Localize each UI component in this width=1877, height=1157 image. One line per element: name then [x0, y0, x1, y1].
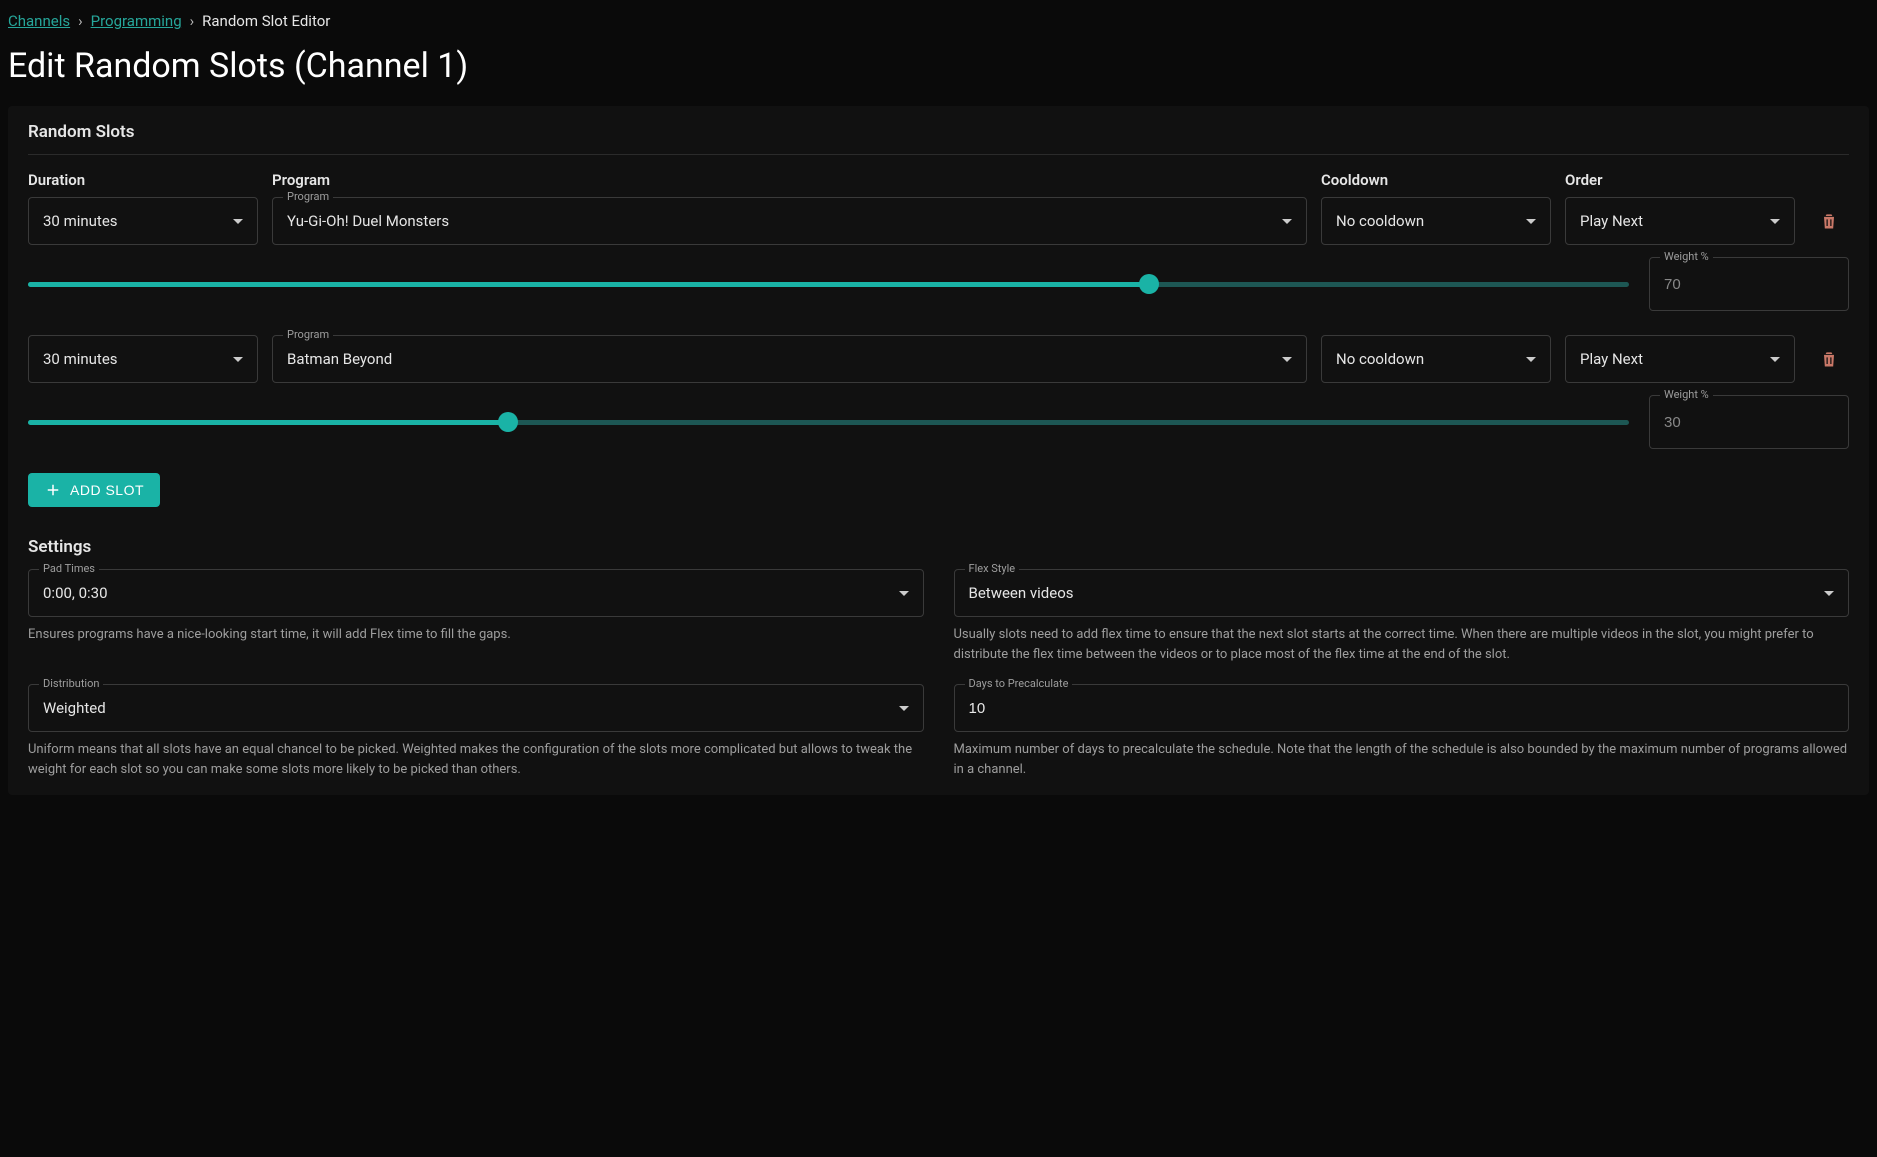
pad-times-helper: Ensures programs have a nice-looking sta… [28, 625, 924, 645]
settings-title: Settings [28, 537, 1849, 557]
distribution-helper: Uniform means that all slots have an equ… [28, 740, 924, 779]
weight-slider[interactable] [28, 412, 1629, 432]
add-slot-button[interactable]: Add Slot [28, 473, 160, 507]
program-value: Yu-Gi-Oh! Duel Monsters [287, 212, 449, 230]
setting-days-precalculate: Days to Precalculate Maximum number of d… [954, 684, 1850, 779]
chevron-down-icon [1770, 357, 1780, 362]
program-value: Batman Beyond [287, 350, 392, 368]
program-select[interactable]: Program Batman Beyond [272, 335, 1307, 383]
page-title: Edit Random Slots (Channel 1) [8, 46, 1869, 86]
trash-icon [1819, 211, 1839, 231]
slider-fill [28, 420, 508, 425]
delete-slot-button[interactable] [1809, 335, 1849, 383]
flex-style-select[interactable]: Flex Style Between videos [954, 569, 1850, 617]
editor-panel: Random Slots Duration Program Cooldown O… [8, 106, 1869, 795]
header-order: Order [1565, 171, 1795, 189]
duration-value: 30 minutes [43, 212, 118, 230]
pad-times-select[interactable]: Pad Times 0:00, 0:30 [28, 569, 924, 617]
random-slots-title: Random Slots [28, 122, 1849, 142]
flex-style-label: Flex Style [965, 562, 1020, 575]
delete-slot-button[interactable] [1809, 197, 1849, 245]
weight-slider[interactable] [28, 274, 1629, 294]
header-program: Program [272, 171, 1307, 189]
divider [28, 154, 1849, 155]
weight-label: Weight % [1660, 250, 1713, 263]
pad-times-value: 0:00, 0:30 [43, 584, 108, 602]
slider-fill [28, 282, 1149, 287]
weight-input[interactable] [1664, 276, 1834, 293]
cooldown-select[interactable]: No cooldown [1321, 335, 1551, 383]
breadcrumb: Channels › Programming › Random Slot Edi… [8, 12, 1869, 30]
slider-thumb[interactable] [498, 412, 518, 432]
flex-style-helper: Usually slots need to add flex time to e… [954, 625, 1850, 664]
weight-row: Weight % [28, 257, 1849, 311]
chevron-down-icon [899, 706, 909, 711]
breadcrumb-channels-link[interactable]: Channels [8, 12, 70, 30]
pad-times-label: Pad Times [39, 562, 99, 575]
slot-header-row: Duration Program Cooldown Order [28, 171, 1849, 189]
days-precalculate-label: Days to Precalculate [965, 677, 1073, 690]
breadcrumb-current: Random Slot Editor [202, 12, 330, 30]
breadcrumb-programming-link[interactable]: Programming [91, 12, 182, 30]
chevron-down-icon [1526, 219, 1536, 224]
flex-style-value: Between videos [969, 584, 1074, 602]
chevron-down-icon [233, 219, 243, 224]
duration-value: 30 minutes [43, 350, 118, 368]
program-label: Program [283, 328, 333, 341]
setting-pad-times: Pad Times 0:00, 0:30 Ensures programs ha… [28, 569, 924, 664]
slot-row: 30 minutes Program Yu-Gi-Oh! Duel Monste… [28, 197, 1849, 245]
days-precalculate-input[interactable] [969, 700, 1835, 717]
weight-row: Weight % [28, 395, 1849, 449]
program-select[interactable]: Program Yu-Gi-Oh! Duel Monsters [272, 197, 1307, 245]
cooldown-value: No cooldown [1336, 350, 1424, 368]
header-cooldown: Cooldown [1321, 171, 1551, 189]
slot-row: 30 minutes Program Batman Beyond No cool… [28, 335, 1849, 383]
chevron-down-icon [1282, 219, 1292, 224]
cooldown-select[interactable]: No cooldown [1321, 197, 1551, 245]
breadcrumb-separator: › [190, 12, 195, 30]
distribution-value: Weighted [43, 699, 106, 717]
chevron-down-icon [1824, 591, 1834, 596]
order-value: Play Next [1580, 350, 1643, 368]
chevron-down-icon [1770, 219, 1780, 224]
distribution-label: Distribution [39, 677, 103, 690]
plus-icon [44, 481, 62, 499]
settings-grid: Pad Times 0:00, 0:30 Ensures programs ha… [28, 569, 1849, 779]
trash-icon [1819, 349, 1839, 369]
slider-thumb[interactable] [1139, 274, 1159, 294]
setting-flex-style: Flex Style Between videos Usually slots … [954, 569, 1850, 664]
order-select[interactable]: Play Next [1565, 335, 1795, 383]
weight-label: Weight % [1660, 388, 1713, 401]
cooldown-value: No cooldown [1336, 212, 1424, 230]
order-value: Play Next [1580, 212, 1643, 230]
header-duration: Duration [28, 171, 258, 189]
program-label: Program [283, 190, 333, 203]
setting-distribution: Distribution Weighted Uniform means that… [28, 684, 924, 779]
weight-input-wrapper: Weight % [1649, 257, 1849, 311]
breadcrumb-separator: › [78, 12, 83, 30]
weight-input-wrapper: Weight % [1649, 395, 1849, 449]
chevron-down-icon [1282, 357, 1292, 362]
add-slot-label: Add Slot [70, 482, 144, 498]
duration-select[interactable]: 30 minutes [28, 197, 258, 245]
duration-select[interactable]: 30 minutes [28, 335, 258, 383]
distribution-select[interactable]: Distribution Weighted [28, 684, 924, 732]
days-precalculate-input-wrapper: Days to Precalculate [954, 684, 1850, 732]
order-select[interactable]: Play Next [1565, 197, 1795, 245]
days-precalculate-helper: Maximum number of days to precalculate t… [954, 740, 1850, 779]
chevron-down-icon [899, 591, 909, 596]
weight-input[interactable] [1664, 414, 1834, 431]
chevron-down-icon [1526, 357, 1536, 362]
chevron-down-icon [233, 357, 243, 362]
